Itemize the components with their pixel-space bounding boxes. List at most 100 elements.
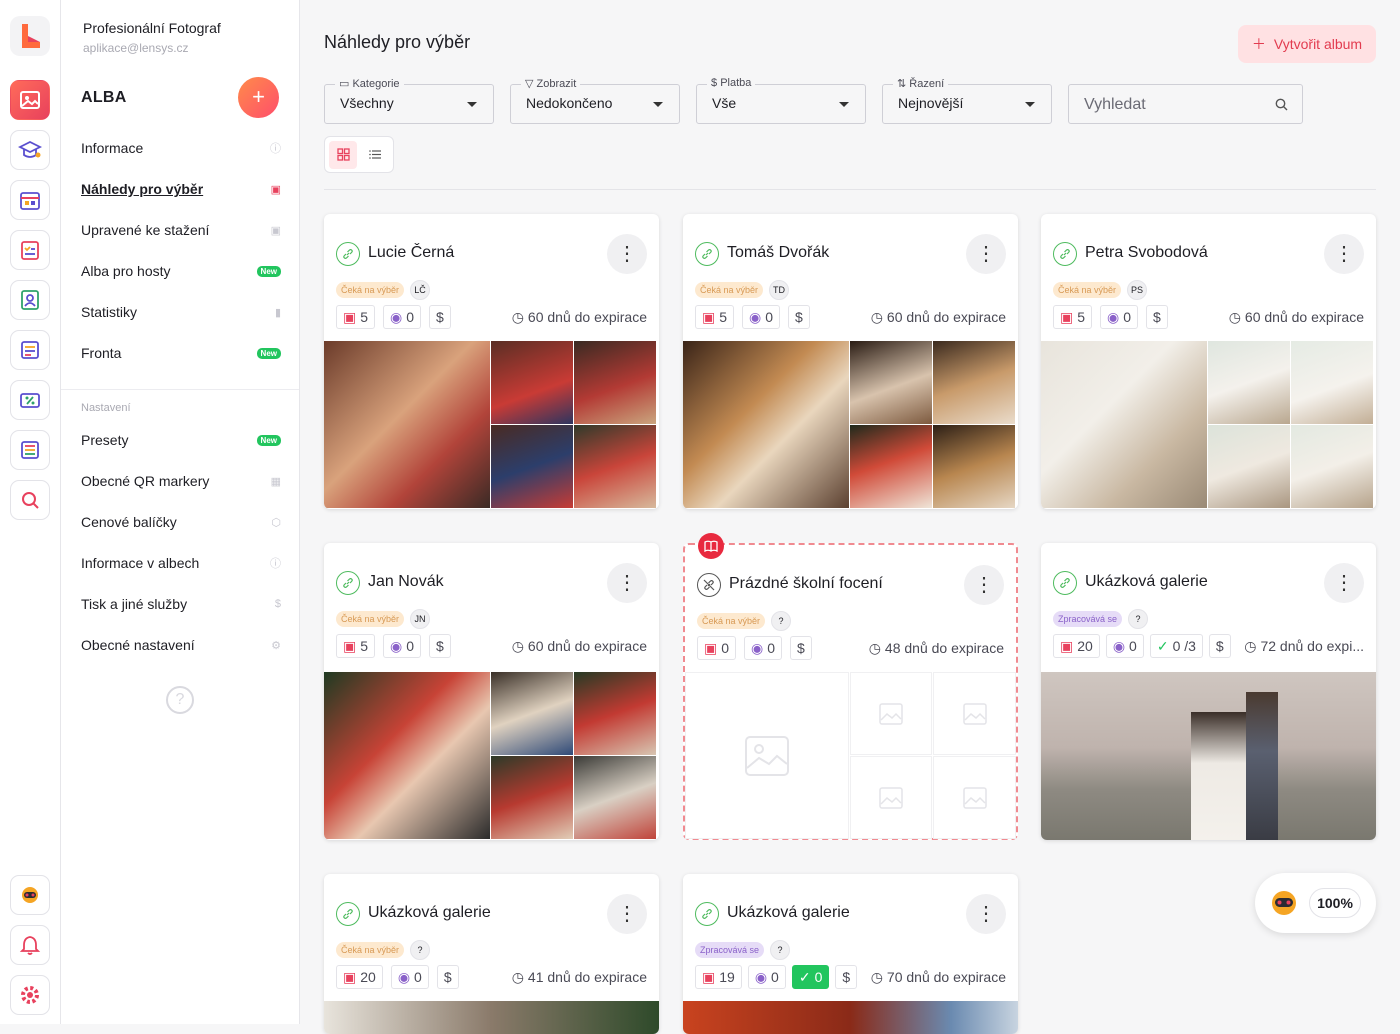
view-count: ◉ 0	[1105, 634, 1144, 658]
app-logo[interactable]	[10, 16, 50, 56]
photo-grid[interactable]	[685, 672, 1016, 839]
avatar: ?	[770, 940, 791, 960]
sidebar-item-informace[interactable]: Informace ⓘ	[81, 136, 281, 160]
sidebar-item-tisk[interactable]: Tisk a jiné služby $	[81, 592, 281, 616]
album-card[interactable]: Tomáš Dvořák ⋮ Čeká na výběr TD ▣ 5 ◉ 0 $ ◷…	[683, 214, 1018, 509]
discount-icon[interactable]	[10, 380, 50, 420]
clock-icon: ◷	[1228, 308, 1241, 325]
payment-chip[interactable]: $	[429, 634, 451, 658]
document-icon[interactable]	[10, 330, 50, 370]
album-name[interactable]: Jan Novák	[368, 573, 444, 591]
photo-grid[interactable]	[324, 341, 659, 508]
more-menu-button[interactable]: ⋮	[966, 894, 1006, 934]
filter-label: ▭ Kategorie	[335, 77, 404, 90]
more-menu-button[interactable]: ⋮	[607, 894, 647, 934]
photo-thumbnail	[574, 756, 656, 839]
payment-chip[interactable]: $	[1208, 634, 1231, 658]
filter-payment[interactable]: $ Platba Vše	[696, 77, 866, 124]
album-card[interactable]: Ukázková galerie ⋮ Zpracovává se? ▣ 20 ◉ 0…	[1041, 543, 1376, 840]
image-icon: ▣	[270, 224, 281, 237]
album-card[interactable]: Petra Svobodová ⋮ Čeká na výběr PS ▣ 5 ◉ 0 …	[1041, 214, 1376, 509]
search-input[interactable]: Vyhledat	[1068, 84, 1303, 124]
album-name[interactable]: Ukázková galerie	[727, 904, 850, 922]
bell-icon[interactable]	[10, 925, 50, 965]
image-placeholder-icon	[850, 672, 932, 755]
photo-thumbnail	[491, 756, 573, 839]
help-icon[interactable]: ?	[166, 686, 194, 714]
search-icon[interactable]	[10, 480, 50, 520]
approval-count: ✓ 0	[791, 965, 830, 989]
photo-thumbnail[interactable]	[324, 1001, 659, 1034]
link-icon	[1053, 242, 1077, 266]
payment-chip[interactable]: $	[429, 305, 451, 329]
expiry-label: ◷ 70 dnů do expirace	[870, 968, 1006, 986]
payment-chip[interactable]: $	[436, 965, 459, 989]
list-view-icon[interactable]	[361, 141, 389, 169]
more-menu-button[interactable]: ⋮	[1324, 563, 1364, 603]
sidebar-item-upravene[interactable]: Upravené ke stažení ▣	[81, 218, 281, 242]
album-name[interactable]: Petra Svobodová	[1085, 244, 1208, 262]
filter-display[interactable]: ▽ Zobrazit Nedokončeno	[510, 77, 680, 124]
view-toggle	[324, 136, 394, 173]
album-card[interactable]: Jan Novák ⋮ Čeká na výběr JN ▣ 5 ◉ 0 $ ◷ 60 …	[324, 543, 659, 840]
sidebar-item-nahledy[interactable]: Náhledy pro výběr ▣	[81, 177, 281, 201]
sidebar-item-presety[interactable]: Presety New	[81, 428, 281, 452]
more-menu-button[interactable]: ⋮	[966, 234, 1006, 274]
eye-icon: ◉	[1112, 637, 1126, 654]
filter-sort[interactable]: ⇅ Řazení Nejnovější	[882, 77, 1052, 124]
photo-thumbnail[interactable]	[1041, 672, 1376, 840]
report-icon[interactable]	[10, 430, 50, 470]
payment-chip[interactable]: $	[788, 305, 810, 329]
album-card[interactable]: Prázdné školní focení ⋮ Čeká na výběr? ▣…	[683, 533, 1018, 840]
assistant-icon[interactable]	[10, 875, 50, 915]
photo-grid[interactable]	[1041, 341, 1376, 508]
album-name[interactable]: Ukázková galerie	[368, 904, 491, 922]
sidebar-item-cenove-balicky[interactable]: Cenové balíčky ⬡	[81, 510, 281, 534]
contacts-icon[interactable]	[10, 280, 50, 320]
add-album-button[interactable]: +	[238, 77, 279, 118]
photo-thumbnail[interactable]	[683, 1001, 1018, 1034]
calendar-icon[interactable]	[10, 180, 50, 220]
grid-view-icon[interactable]	[329, 140, 357, 169]
more-menu-button[interactable]: ⋮	[607, 563, 647, 603]
photo-grid[interactable]	[324, 672, 659, 839]
sidebar-item-fronta[interactable]: Fronta New	[81, 341, 281, 365]
sort-icon: ⇅	[897, 78, 910, 90]
payment-chip[interactable]: $	[835, 965, 858, 989]
status-badge: Čeká na výběr	[697, 613, 766, 629]
sidebar-item-qr-markery[interactable]: Obecné QR markery ▦	[81, 469, 281, 493]
zoom-level[interactable]: 100%	[1309, 888, 1361, 918]
package-icon: ⬡	[271, 516, 281, 529]
chevron-down-icon	[467, 102, 477, 107]
payment-chip[interactable]: $	[790, 636, 812, 660]
payment-chip[interactable]: $	[1146, 305, 1168, 329]
school-icon[interactable]	[10, 130, 50, 170]
view-count: ◉ 0	[383, 305, 422, 329]
checklist-icon[interactable]	[10, 230, 50, 270]
photo-subject	[1191, 712, 1251, 840]
album-card[interactable]: Lucie Černá ⋮ Čeká na výběr LČ ▣ 5 ◉ 0 $ ◷ 6…	[324, 214, 659, 509]
sidebar-item-statistiky[interactable]: Statistiky ▮	[81, 300, 281, 324]
albums-icon[interactable]	[10, 80, 50, 120]
sidebar-item-obecne-nastaveni[interactable]: Obecné nastavení ⚙	[81, 633, 281, 657]
album-card[interactable]: Ukázková galerie ⋮ Zpracovává se? ▣ 19 ◉ 0…	[683, 874, 1018, 1034]
image-icon: ▣	[343, 637, 357, 654]
filter-category[interactable]: ▭ Kategorie Všechny	[324, 77, 494, 124]
sidebar-item-informace-v-albech[interactable]: Informace v albech ⓘ	[81, 551, 281, 575]
status-badge: Zpracovává se	[1053, 611, 1123, 627]
zoom-widget[interactable]: 100%	[1255, 873, 1376, 933]
more-menu-button[interactable]: ⋮	[964, 565, 1004, 605]
sidebar-divider	[61, 389, 299, 390]
photo-grid[interactable]	[683, 341, 1018, 508]
sidebar-item-alba-pro-hosty[interactable]: Alba pro hosty New	[81, 259, 281, 283]
album-name[interactable]: Tomáš Dvořák	[727, 244, 829, 262]
create-album-button[interactable]: ＋ Vytvořit album	[1238, 25, 1376, 63]
more-menu-button[interactable]: ⋮	[607, 234, 647, 274]
album-name[interactable]: Prázdné školní focení	[729, 575, 883, 593]
gear-icon[interactable]	[10, 975, 50, 1015]
album-card[interactable]: Ukázková galerie ⋮ Čeká na výběr? ▣ 20 ◉ 0…	[324, 874, 659, 1034]
view-count: ◉ 0	[742, 305, 781, 329]
album-name[interactable]: Lucie Černá	[368, 244, 454, 262]
more-menu-button[interactable]: ⋮	[1324, 234, 1364, 274]
album-name[interactable]: Ukázková galerie	[1085, 573, 1208, 591]
